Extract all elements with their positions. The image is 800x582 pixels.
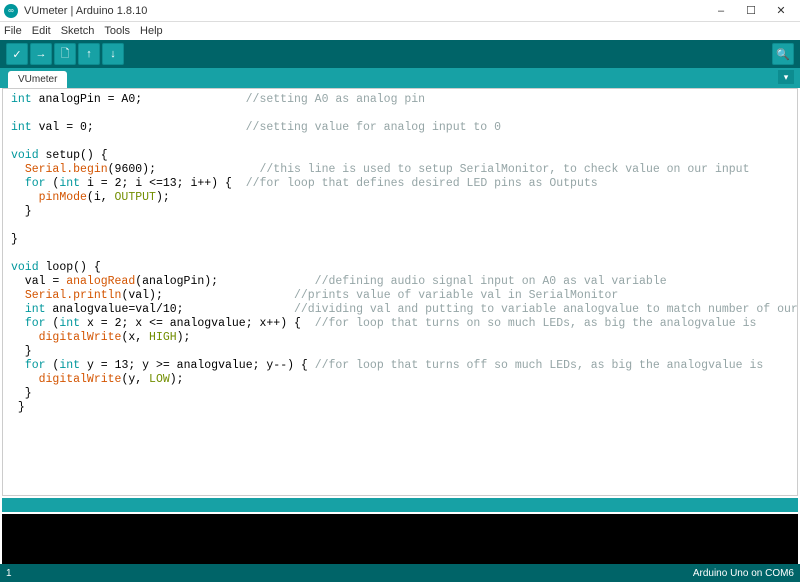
sketch-tab[interactable]: VUmeter [8, 71, 67, 88]
menu-bar: File Edit Sketch Tools Help [0, 22, 800, 40]
toolbar: ✓ → 🗋 ↑ ↓ 🔍 [0, 40, 800, 68]
tab-bar: VUmeter ▾ [0, 68, 800, 88]
status-board-port: Arduino Uno on COM6 [693, 568, 794, 579]
check-icon: ✓ [12, 48, 21, 61]
message-bar [2, 498, 798, 512]
arrow-up-icon: ↑ [86, 48, 92, 60]
minimize-button[interactable]: – [706, 1, 736, 21]
status-bar: 1 Arduino Uno on COM6 [0, 564, 800, 582]
status-line-number: 1 [6, 568, 12, 579]
window-title: VUmeter | Arduino 1.8.10 [24, 5, 706, 17]
menu-tools[interactable]: Tools [104, 25, 130, 37]
new-button[interactable]: 🗋 [54, 43, 76, 65]
menu-edit[interactable]: Edit [32, 25, 51, 37]
code-editor[interactable]: int analogPin = A0; //setting A0 as anal… [2, 88, 798, 496]
save-button[interactable]: ↓ [102, 43, 124, 65]
menu-help[interactable]: Help [140, 25, 163, 37]
title-bar: ∞ VUmeter | Arduino 1.8.10 – ☐ ✕ [0, 0, 800, 22]
menu-sketch[interactable]: Sketch [61, 25, 95, 37]
console-output [2, 514, 798, 564]
file-icon: 🗋 [61, 45, 70, 64]
monitor-icon: 🔍 [776, 48, 790, 61]
open-button[interactable]: ↑ [78, 43, 100, 65]
upload-button[interactable]: → [30, 43, 52, 65]
tab-menu-button[interactable]: ▾ [778, 70, 794, 84]
arduino-logo-icon: ∞ [4, 4, 18, 18]
close-button[interactable]: ✕ [766, 1, 796, 21]
arrow-down-icon: ↓ [110, 48, 116, 60]
serial-monitor-button[interactable]: 🔍 [772, 43, 794, 65]
maximize-button[interactable]: ☐ [736, 1, 766, 21]
verify-button[interactable]: ✓ [6, 43, 28, 65]
menu-file[interactable]: File [4, 25, 22, 37]
arrow-right-icon: → [36, 48, 47, 60]
